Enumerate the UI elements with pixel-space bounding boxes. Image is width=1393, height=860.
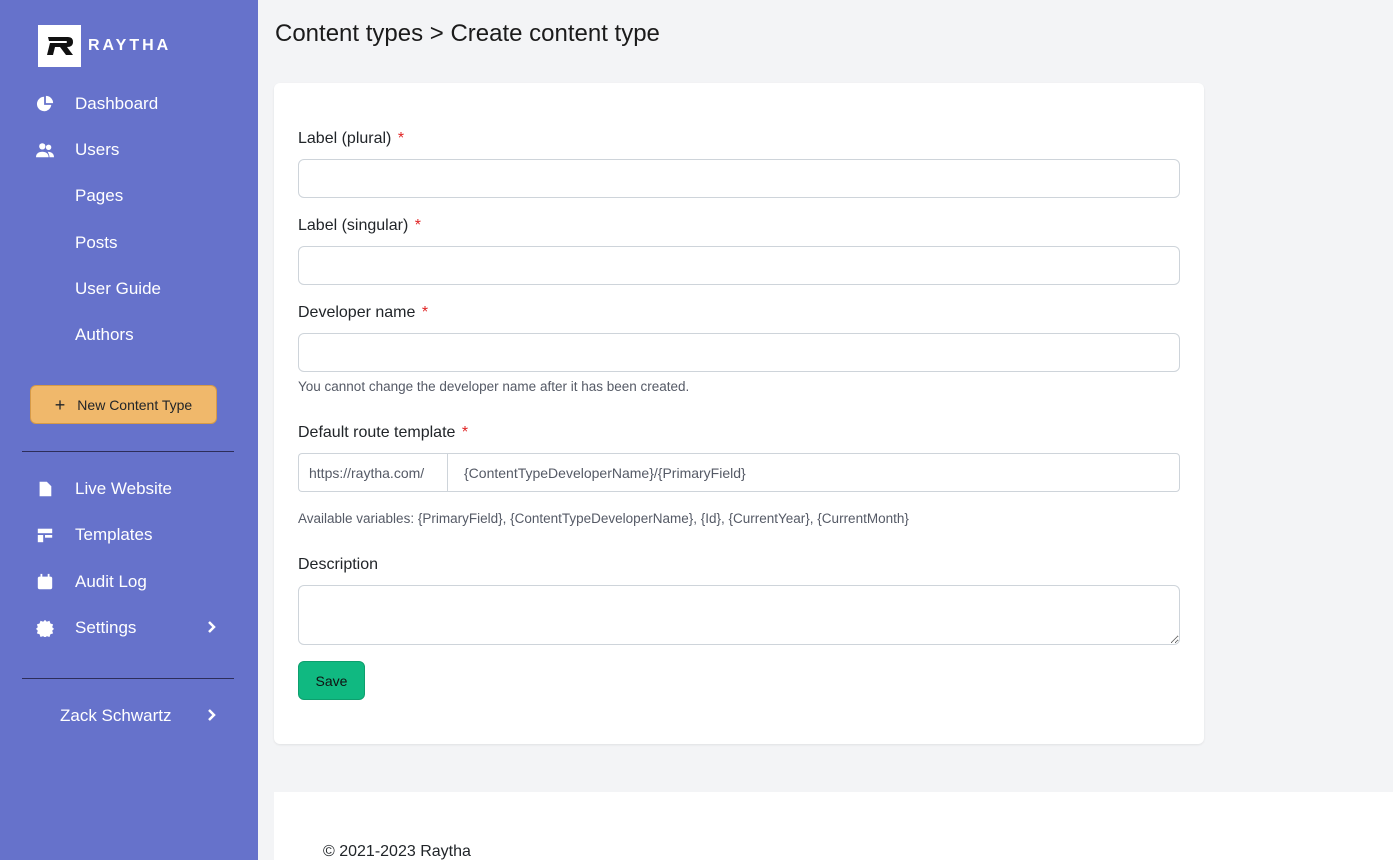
description-textarea[interactable] (298, 585, 1180, 645)
developer-name-input[interactable] (298, 333, 1180, 372)
templates-icon (35, 525, 55, 545)
sidebar-item-label: Live Website (75, 479, 173, 498)
developer-name-label: Developer name * (298, 304, 429, 321)
label-plural-input[interactable] (298, 159, 1180, 198)
new-content-type-label: New Content Type (77, 396, 193, 413)
raytha-logo-icon (38, 25, 81, 67)
create-content-type-form: Label (plural) * Label (singular) * Deve… (274, 83, 1204, 744)
gear-icon (35, 618, 55, 638)
file-icon (35, 479, 55, 499)
sidebar-item-pages[interactable]: Pages (35, 184, 123, 208)
sidebar-item-label: User Guide (75, 279, 161, 298)
sidebar-item-label: Users (75, 140, 120, 159)
page-title: Content types > Create content type (275, 20, 660, 47)
users-icon (35, 140, 55, 160)
sidebar: RAYTHA Dashboard Users Pages Posts User … (0, 0, 258, 860)
user-menu[interactable]: Zack Schwartz (60, 704, 216, 728)
sidebar-item-live-website[interactable]: Live Website (35, 477, 172, 501)
dashboard-icon (35, 94, 55, 114)
required-mark: * (414, 217, 421, 234)
route-template-label: Default route template * (298, 424, 469, 441)
sidebar-item-label: Pages (75, 186, 124, 205)
copyright-text: © 2021-2023 Raytha (323, 843, 471, 860)
required-mark: * (397, 130, 405, 147)
footer: © 2021-2023 Raytha (274, 792, 1393, 860)
sidebar-item-settings[interactable]: Settings (35, 616, 216, 640)
calendar-icon (35, 572, 55, 592)
sidebar-item-templates[interactable]: Templates (35, 523, 152, 547)
sidebar-item-dashboard[interactable]: Dashboard (35, 92, 158, 116)
sidebar-item-label: Settings (75, 618, 137, 637)
sidebar-item-user-guide[interactable]: User Guide (35, 277, 161, 301)
route-template-help: Available variables: {PrimaryField}, {Co… (298, 511, 909, 526)
route-template-group: https://raytha.com/ (298, 453, 1180, 492)
description-label: Description (298, 556, 379, 573)
route-prefix: https://raytha.com/ (298, 453, 447, 492)
sidebar-item-label: Authors (75, 325, 134, 344)
required-mark: * (421, 304, 429, 321)
brand-name: RAYTHA (88, 37, 172, 54)
sidebar-item-label: Posts (75, 233, 118, 252)
sidebar-item-users[interactable]: Users (35, 138, 119, 162)
chevron-right-icon (205, 618, 217, 638)
sidebar-item-label: Dashboard (75, 94, 159, 113)
plus-icon: + (54, 394, 66, 415)
route-template-input[interactable] (447, 453, 1180, 492)
label-singular-label: Label (singular) * (298, 217, 421, 234)
new-content-type-button[interactable]: + New Content Type (30, 385, 217, 424)
required-mark: * (461, 424, 469, 441)
save-button[interactable]: Save (298, 661, 365, 700)
developer-name-help: You cannot change the developer name aft… (298, 379, 690, 394)
divider (22, 678, 234, 679)
sidebar-item-label: Templates (75, 525, 153, 544)
label-plural-label: Label (plural) * (298, 130, 405, 147)
sidebar-item-posts[interactable]: Posts (35, 231, 118, 255)
divider (22, 451, 234, 452)
sidebar-item-authors[interactable]: Authors (35, 323, 134, 347)
label-singular-input[interactable] (298, 246, 1180, 285)
sidebar-item-audit-log[interactable]: Audit Log (35, 570, 147, 594)
brand[interactable]: RAYTHA (38, 25, 171, 67)
user-name: Zack Schwartz (60, 706, 172, 725)
chevron-right-icon (205, 706, 217, 726)
sidebar-item-label: Audit Log (75, 572, 147, 591)
